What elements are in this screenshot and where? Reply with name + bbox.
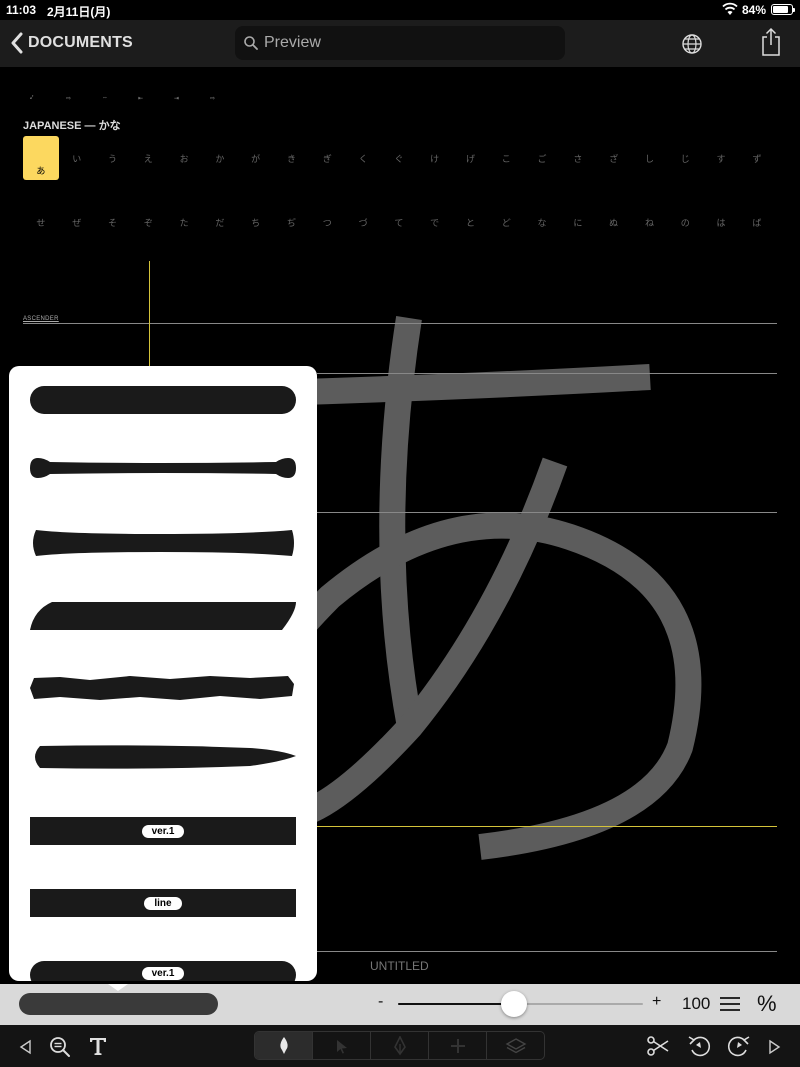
share-icon[interactable] bbox=[760, 26, 782, 58]
search-field[interactable] bbox=[235, 26, 565, 60]
stroke-size-bar: - + 100 % bbox=[0, 984, 800, 1025]
search-input[interactable] bbox=[264, 34, 554, 52]
brush-picker-panel: ver.1 line ver.1 bbox=[9, 366, 317, 981]
add-point-icon bbox=[450, 1038, 465, 1053]
back-button-label: DOCUMENTS bbox=[28, 34, 133, 51]
brush-option-flare[interactable] bbox=[30, 528, 296, 558]
status-time: 11:03 bbox=[6, 3, 37, 17]
brush-tool-button[interactable] bbox=[255, 1032, 313, 1059]
guide-line-xheight bbox=[317, 512, 777, 513]
ascender-label: ASCENDER bbox=[23, 316, 59, 322]
redo-icon[interactable] bbox=[726, 1034, 752, 1058]
add-point-button[interactable] bbox=[429, 1032, 487, 1059]
chevron-left-icon bbox=[11, 32, 23, 54]
guide-line-descender bbox=[317, 951, 777, 952]
bottom-toolbar bbox=[0, 1025, 800, 1067]
brush-tag: line bbox=[144, 896, 182, 910]
nav-bar: DOCUMENTS bbox=[0, 20, 800, 67]
pen-tool-icon bbox=[393, 1035, 406, 1055]
wifi-icon bbox=[722, 2, 738, 15]
size-increase-button[interactable]: + bbox=[652, 993, 661, 1011]
glyph-stroke-horizontal bbox=[267, 364, 651, 406]
percent-button[interactable]: % bbox=[757, 991, 777, 1017]
search-icon bbox=[244, 36, 258, 50]
popover-pointer bbox=[108, 984, 128, 991]
layers-icon bbox=[505, 1037, 526, 1053]
size-decrease-button[interactable]: - bbox=[378, 993, 383, 1011]
list-menu-icon[interactable] bbox=[720, 995, 740, 1013]
select-tool-button[interactable] bbox=[313, 1032, 371, 1059]
brush-tool-icon bbox=[279, 1036, 288, 1054]
zoom-icon[interactable] bbox=[48, 1035, 72, 1059]
select-tool-icon bbox=[336, 1039, 347, 1053]
guide-line-baseline bbox=[317, 826, 777, 827]
battery-percent: 84% bbox=[742, 3, 767, 17]
tool-segmented-control bbox=[254, 1031, 545, 1060]
brush-option-bone[interactable] bbox=[30, 456, 296, 480]
brush-option-ver1[interactable]: ver.1 bbox=[30, 817, 296, 845]
guide-line-capheight bbox=[317, 373, 777, 374]
layers-button[interactable] bbox=[487, 1032, 544, 1059]
size-slider-thumb[interactable] bbox=[501, 991, 527, 1017]
brush-option-round[interactable] bbox=[30, 386, 296, 414]
brush-tag: ver.1 bbox=[141, 967, 185, 980]
brush-option-taper[interactable] bbox=[30, 744, 296, 770]
back-button[interactable]: DOCUMENTS bbox=[10, 30, 133, 56]
prev-arrow-icon[interactable] bbox=[18, 1039, 32, 1055]
status-bar: 11:03 2月11日(月) 84% bbox=[0, 0, 800, 20]
current-brush-preview[interactable] bbox=[19, 993, 218, 1015]
globe-icon[interactable] bbox=[680, 32, 704, 56]
brush-option-rough[interactable] bbox=[30, 674, 296, 702]
undo-icon[interactable] bbox=[686, 1034, 712, 1058]
next-arrow-icon[interactable] bbox=[768, 1039, 782, 1055]
document-name: UNTITLED bbox=[370, 959, 429, 973]
glyph-stroke-vertical bbox=[379, 316, 423, 730]
guide-line-ascender bbox=[23, 323, 777, 324]
status-date: 2月11日(月) bbox=[47, 5, 111, 19]
brush-option-chisel[interactable] bbox=[30, 602, 296, 630]
scissors-icon[interactable] bbox=[646, 1035, 670, 1057]
text-icon[interactable] bbox=[88, 1036, 108, 1056]
brush-option-line[interactable]: line bbox=[30, 889, 296, 917]
brush-option-ver1-round[interactable]: ver.1 bbox=[30, 961, 296, 981]
brush-tag: ver.1 bbox=[141, 824, 185, 838]
size-value: 100 bbox=[682, 994, 711, 1013]
battery-icon bbox=[771, 4, 795, 15]
pen-tool-button[interactable] bbox=[371, 1032, 429, 1059]
guide-line-left-bearing bbox=[149, 261, 150, 371]
